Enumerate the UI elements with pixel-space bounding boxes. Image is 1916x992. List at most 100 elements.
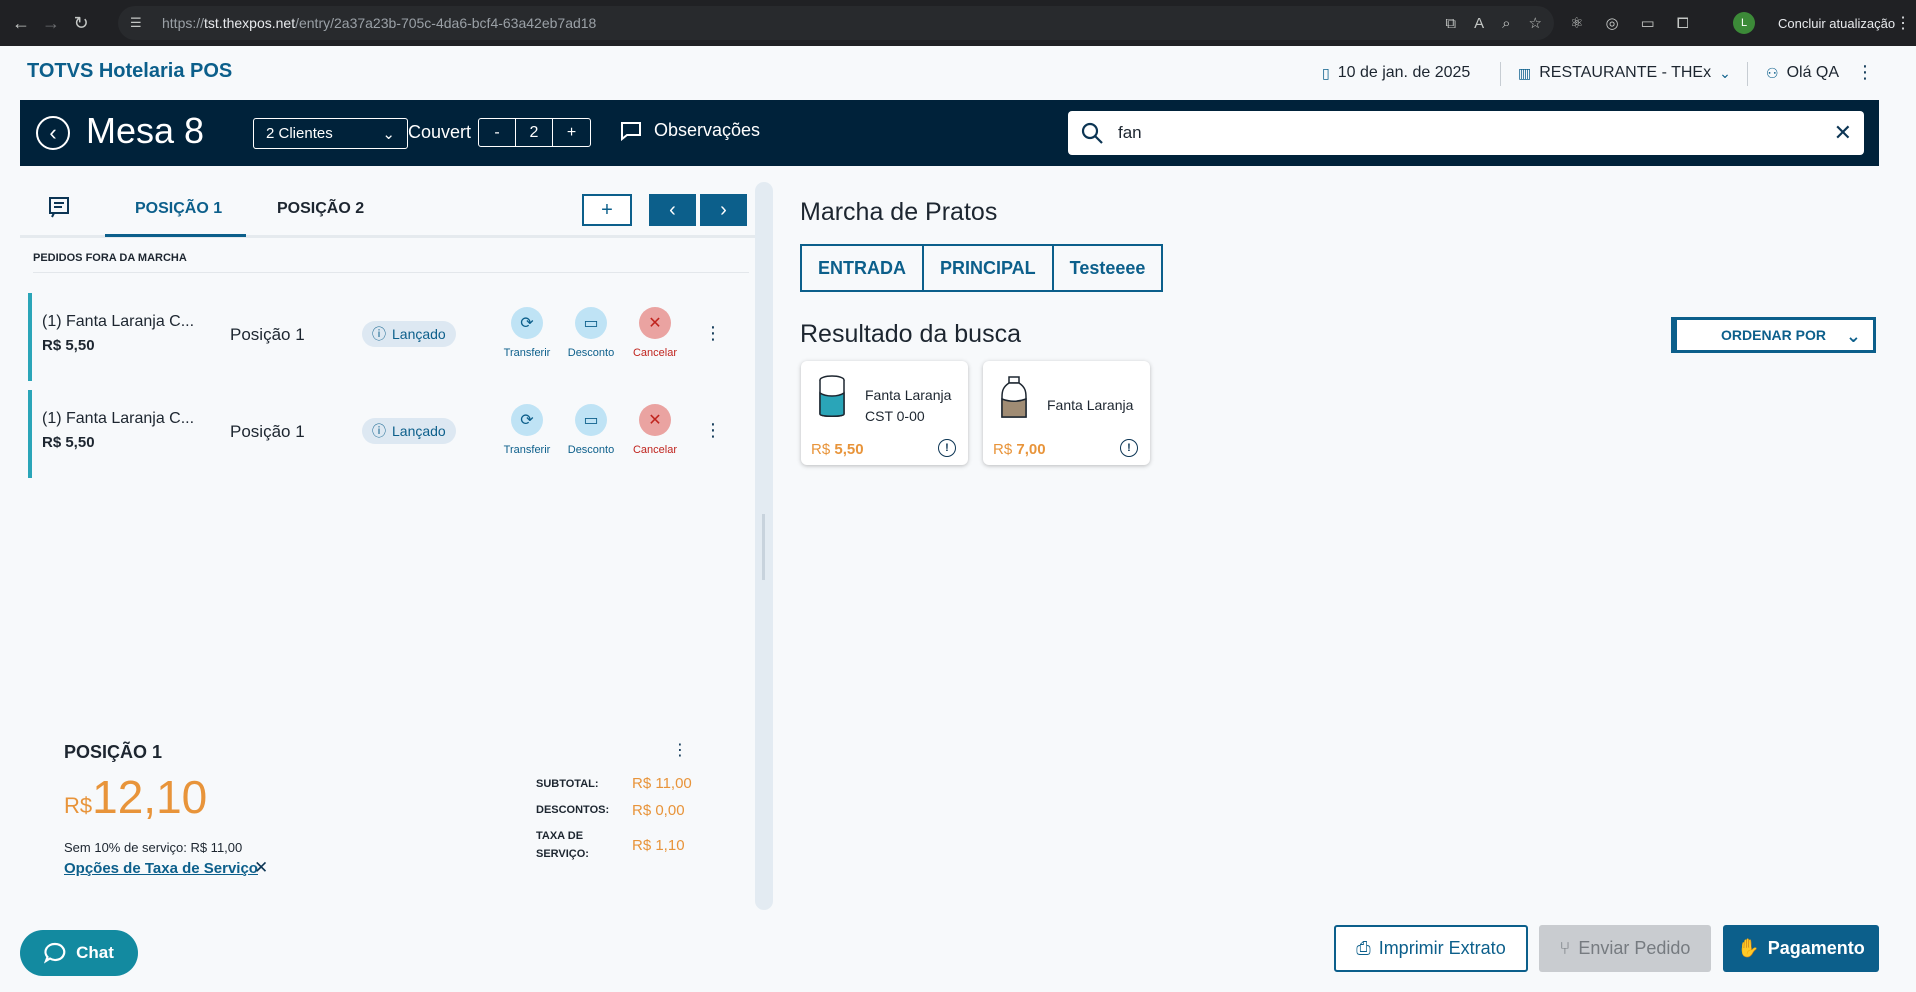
order-price: R$ 5,50	[42, 337, 95, 354]
forward-arrow-icon[interactable]: →	[36, 8, 66, 38]
info-icon[interactable]: !	[938, 439, 956, 457]
update-button[interactable]: Concluir atualização ⋮	[1770, 9, 1915, 37]
comment-icon	[621, 121, 641, 141]
subtotal-value: R$ 11,00	[632, 775, 692, 792]
previous-position-button[interactable]: ‹	[649, 194, 696, 226]
chevron-down-icon: ⌄	[382, 125, 395, 143]
order-item[interactable]: (1) Fanta Laranja C... R$ 5,50 Posição 1…	[28, 390, 728, 478]
order-name: (1) Fanta Laranja C...	[42, 313, 195, 330]
back-arrow-icon[interactable]: ←	[6, 8, 36, 38]
order-item[interactable]: (1) Fanta Laranja C... R$ 5,50 Posição 1…	[28, 293, 728, 381]
marcha-title: Marcha de Pratos	[800, 198, 998, 226]
extension-target-icon[interactable]: ◎	[1605, 14, 1618, 32]
info-icon[interactable]: !	[1120, 439, 1138, 457]
browser-menu-icon[interactable]: ⋮	[1895, 13, 1911, 33]
bookmark-star-icon[interactable]: ☆	[1529, 14, 1542, 32]
site-settings-icon[interactable]: ☰	[130, 15, 150, 31]
sort-dropdown[interactable]: ORDENAR POR ⌄	[1674, 317, 1876, 353]
section-divider	[33, 272, 749, 273]
reload-icon[interactable]: ↻	[66, 8, 96, 38]
couvert-plus-button[interactable]: +	[553, 119, 590, 146]
building-icon: ▥	[1518, 64, 1532, 81]
notes-icon[interactable]	[48, 196, 70, 224]
active-tab-indicator	[105, 234, 246, 237]
header-more-icon[interactable]: ⋮	[1856, 62, 1874, 83]
course-principal-button[interactable]: PRINCIPAL	[924, 246, 1054, 290]
discount-button[interactable]: ▭ Desconto	[562, 404, 620, 456]
subtotal-label: SUBTOTAL:	[536, 778, 599, 790]
close-icon[interactable]: ✕	[254, 858, 268, 878]
product-name: Fanta Laranja	[1047, 397, 1134, 413]
url-text[interactable]: https://tst.thexpos.net/entry/2a37a23b-7…	[162, 15, 596, 31]
back-circle-icon[interactable]: ‹	[36, 116, 70, 150]
course-entrada-button[interactable]: ENTRADA	[802, 246, 924, 290]
user-icon: ⚇	[1766, 64, 1779, 81]
next-position-button[interactable]: ›	[700, 194, 747, 226]
restaurant-selector[interactable]: ▥ RESTAURANTE - THEx ⌄	[1518, 64, 1731, 82]
header-divider	[1747, 62, 1748, 86]
cancel-button[interactable]: ✕ Cancelar	[626, 307, 684, 359]
translate-icon[interactable]: A	[1474, 15, 1484, 32]
couvert-minus-button[interactable]: -	[479, 119, 516, 146]
open-external-icon[interactable]: ⧉	[1445, 15, 1456, 32]
info-icon: ⓘ	[372, 326, 386, 342]
couvert-stepper: - 2 +	[478, 118, 591, 147]
chat-button[interactable]: Chat	[20, 930, 138, 976]
position-tabs: POSIÇÃO 1 POSIÇÃO 2 + ‹ ›	[20, 186, 756, 238]
user-menu[interactable]: ⚇ Olá QA	[1766, 64, 1839, 82]
zoom-icon[interactable]: ⌕	[1502, 15, 1510, 32]
discount-icon: ▭	[575, 404, 607, 436]
transfer-button[interactable]: ⟳ Transferir	[498, 307, 556, 359]
product-card[interactable]: Fanta Laranja CST 0-00 R$ 5,50 !	[801, 361, 968, 465]
cancel-button[interactable]: ✕ Cancelar	[626, 404, 684, 456]
order-price: R$ 5,50	[42, 434, 95, 451]
course-testeeee-button[interactable]: Testeeee	[1054, 246, 1162, 290]
profile-avatar[interactable]: L	[1733, 12, 1755, 34]
service-fee-options-link[interactable]: Opções de Taxa de Serviço	[64, 860, 258, 877]
discount-button[interactable]: ▭ Desconto	[562, 307, 620, 359]
clients-select[interactable]: 2 Clientes ⌄	[253, 118, 408, 149]
couvert-value: 2	[516, 119, 553, 146]
search-input[interactable]	[1118, 123, 1798, 143]
close-icon: ✕	[639, 307, 671, 339]
position-total: R$12,10	[64, 771, 208, 823]
payment-button[interactable]: ✋ Pagamento	[1723, 925, 1879, 972]
chat-bubble-icon	[44, 942, 66, 964]
service-fee-value: R$ 1,10	[632, 837, 685, 854]
summary-more-icon[interactable]: ⋮	[672, 740, 688, 760]
tab-posicao-1[interactable]: POSIÇÃO 1	[135, 200, 222, 218]
clear-search-icon[interactable]: ✕	[1834, 120, 1852, 146]
product-price: R$ 7,00	[993, 441, 1046, 458]
product-price: R$ 5,50	[811, 441, 864, 458]
splitter-handle[interactable]	[762, 514, 765, 580]
add-position-button[interactable]: +	[582, 194, 632, 226]
transfer-button[interactable]: ⟳ Transferir	[498, 404, 556, 456]
chevron-down-icon: ⌄	[1845, 326, 1861, 346]
send-order-button[interactable]: ⑂ Enviar Pedido	[1539, 925, 1711, 972]
discounts-label: DESCONTOS:	[536, 804, 610, 816]
table-bar: ‹ Mesa 8 2 Clientes ⌄ Couvert - 2 + Obse…	[20, 100, 1879, 166]
order-position: Posição 1	[230, 325, 305, 344]
payment-hand-icon: ✋	[1737, 938, 1760, 958]
service-fee-label: TAXA DE SERVIÇO:	[536, 830, 589, 860]
extensions-puzzle-icon[interactable]: ⧠	[1677, 15, 1689, 32]
course-buttons: ENTRADA PRINCIPAL Testeeee	[800, 244, 1164, 292]
header-divider	[1500, 62, 1501, 86]
observations-button[interactable]: Observações	[620, 120, 760, 141]
order-more-icon[interactable]: ⋮	[704, 420, 722, 441]
print-statement-button[interactable]: ⎙ Imprimir Extrato	[1334, 925, 1528, 972]
table-title: Mesa 8	[86, 110, 205, 151]
cutlery-icon: ⑂	[1559, 938, 1571, 958]
order-more-icon[interactable]: ⋮	[704, 323, 722, 344]
search-icon	[1078, 119, 1106, 147]
product-search: ✕	[1068, 111, 1864, 155]
status-badge: ⓘ Lançado	[362, 418, 456, 444]
product-card[interactable]: Fanta Laranja R$ 7,00 !	[983, 361, 1150, 465]
react-devtools-icon[interactable]: ⚛	[1570, 14, 1583, 32]
extension-panel-icon[interactable]: ▭	[1641, 14, 1655, 32]
soda-can-icon	[819, 375, 845, 417]
brand-title: TOTVS Hotelaria POS	[27, 60, 233, 82]
tab-posicao-2[interactable]: POSIÇÃO 2	[277, 200, 364, 218]
printer-icon: ⎙	[1356, 938, 1371, 958]
address-bar[interactable]: ☰ https://tst.thexpos.net/entry/2a37a23b…	[118, 6, 1554, 40]
